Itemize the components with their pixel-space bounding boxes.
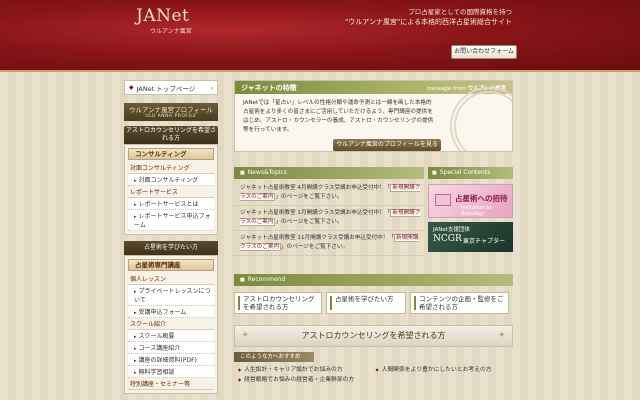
invitation-sub: Invitation to Astrology [461,205,492,217]
recommend-counseling[interactable]: アストロカウンセリングを希望される方 [234,292,322,314]
ncgr-banner[interactable]: JANet支援団体 NCGR 東京チャプター [428,222,513,252]
special-heading: Special Contents [428,167,513,179]
tagline-line2: "ウルアンナ風宮"による本格的西洋占星術総合サイト [345,18,512,26]
list-item: 経営戦略でお悩みの経営者・企業幹部の方 [238,375,513,385]
ncgr-name: NCGR [433,234,462,244]
news-heading: News&Topics [234,167,424,179]
logo-subtitle: ウルアンナ風宮 [150,28,192,35]
ncgr-label: JANet支援団体 [433,227,470,233]
lesson-form-link[interactable]: 受講申込フォーム [128,306,214,318]
profile-banner-title: ウルアンナ風宮プロフィール [128,106,214,114]
school-overview-link[interactable]: スクール概要 [128,330,214,342]
recommend-content[interactable]: コンテンツの企画・監修をご希望される方 [410,292,509,314]
private-lesson-link[interactable]: プライベートレッスンについて [128,285,214,306]
features-panel: ジャネットの特徴 message from ウルアンナ風宮 JANetでは「星占… [234,80,513,152]
learn-section-tab: 占星術を学びたい方 [124,241,218,255]
news-text-post: 」のページをご覧下さい。 [281,244,349,250]
envelope-icon [435,194,451,206]
chevron-right-icon: › [210,83,213,92]
learn-menu: 占星術専門講座 個人レッスン プライベートレッスンについて 受講申込フォーム ス… [124,255,218,394]
report-heading: レポートサービス [128,186,214,198]
news-text-pre: ジャネット占星術教室 11月開講クラス受講お申込受付中！「 [240,235,394,241]
top-page-link[interactable]: ◆ JANet トップページ › [124,80,218,95]
recommend-learn[interactable]: 占星術を学びたい方 [326,292,406,314]
course-intro-link[interactable]: コース講座紹介 [128,342,214,354]
lesson-heading: 個人レッスン [128,273,214,285]
tagline-line1: プロ占星家としての国際資格を持つ [408,8,512,16]
recommend-row: アストロカウンセリングを希望される方 占星術を学びたい方 コンテンツの企画・監修… [234,292,513,314]
consulting-heading: コンサルティング [128,148,214,160]
news-list: ジャネット占星術教室 4月開講クラス受講お申込受付中！「 新規開講クラスのご案内」… [234,181,424,256]
recommended-list: 人生設計・キャリア設計でお悩みの方 人間関係をより豊かにしたいとお考えの方 経営… [238,365,513,385]
news-text-pre: ジャネット占星術教室 4月開講クラス受講お申込受付中！「 [240,185,391,191]
features-body: JANetでは「星占い」レベルの性格分類や運命予測とは一線を画した本格的占星術を… [243,100,434,133]
counseling-banner: アストロカウンセリングを希望される方 [234,325,513,347]
main-content: ジャネットの特徴 message from ウルアンナ風宮 JANetでは「星占… [234,80,513,383]
school-intro-heading: スクール紹介 [128,318,214,330]
recommend-heading: Recommend [234,274,513,286]
profile-banner[interactable]: ウルアンナ風宮プロフィール ULU ANNA PROFILE [124,103,218,121]
list-item: 人間関係をより豊かにしたいとお考えの方 [376,365,514,375]
top-page-label: JANet トップページ [136,84,196,93]
bullet-icon: ◆ [129,84,134,91]
report-form-link[interactable]: レポートサービス申込フォーム [128,210,214,231]
site-header: JANet ウルアンナ風宮 プロ占星家としての国際資格を持つ "ウルアンナ風宮"… [0,0,640,72]
special-course-heading: 特別講座・セミナー等 [128,378,214,390]
invitation-banner[interactable]: 占星術への招待 Invitation to Astrology [428,184,513,218]
message-prefix: message from [426,85,466,92]
course-pdf-link[interactable]: 講座の詳細資料(PDF) [128,354,214,366]
profile-button[interactable]: ウルアンナ風宮のプロフィールを見る [333,139,441,151]
school-heading: 占星術専門講座 [128,259,214,271]
face-consulting-heading: 対面コンサルティング [128,162,214,174]
counseling-section-tab: アストロカウンセリングを希望される方 [124,126,218,144]
report-about-link[interactable]: レポートサービスとは [128,198,214,210]
news-text-pre: ジャネット占星術教室 1月開講クラス受講お申込受付中！「 [240,210,391,216]
astrology-chart-decoration [450,87,512,151]
face-consulting-link[interactable]: 対面コンサルティング [128,174,214,186]
site-logo[interactable]: JANet [136,6,189,26]
news-text-post: 」のページをご覧下さい。 [275,219,343,225]
free-consult-link[interactable]: 無料学習相談 [128,366,214,378]
invitation-title: 占星術への招待 [455,194,508,203]
list-item: 人生設計・キャリア設計でお悩みの方 [238,365,376,375]
news-text-post: 」のページをご覧下さい。 [275,194,343,200]
ncgr-chapter: 東京チャプター [463,238,505,245]
contact-form-button[interactable]: お問い合わせフォーム [451,45,517,59]
news-item: ジャネット占星術教室 4月開講クラス受講お申込受付中！「 新規開講クラスのご案内」… [234,181,424,206]
recommended-for-tab: このような方へおすすめ [234,352,314,362]
profile-banner-sub: ULU ANNA PROFILE [145,114,197,119]
sidebar: ◆ JANet トップページ › ウルアンナ風宮プロフィール ULU ANNA … [124,80,218,400]
counseling-menu: コンサルティング 対面コンサルティング 対面コンサルティング レポートサービス … [124,144,218,235]
news-item: ジャネット占星術教室 11月開講クラス受講お申込受付中！「 新規開講クラスのご案内… [234,231,424,256]
news-item: ジャネット占星術教室 1月開講クラス受講お申込受付中！「 新規開講クラスのご案内」… [234,206,424,231]
features-title: ジャネットの特徴 [241,83,297,92]
